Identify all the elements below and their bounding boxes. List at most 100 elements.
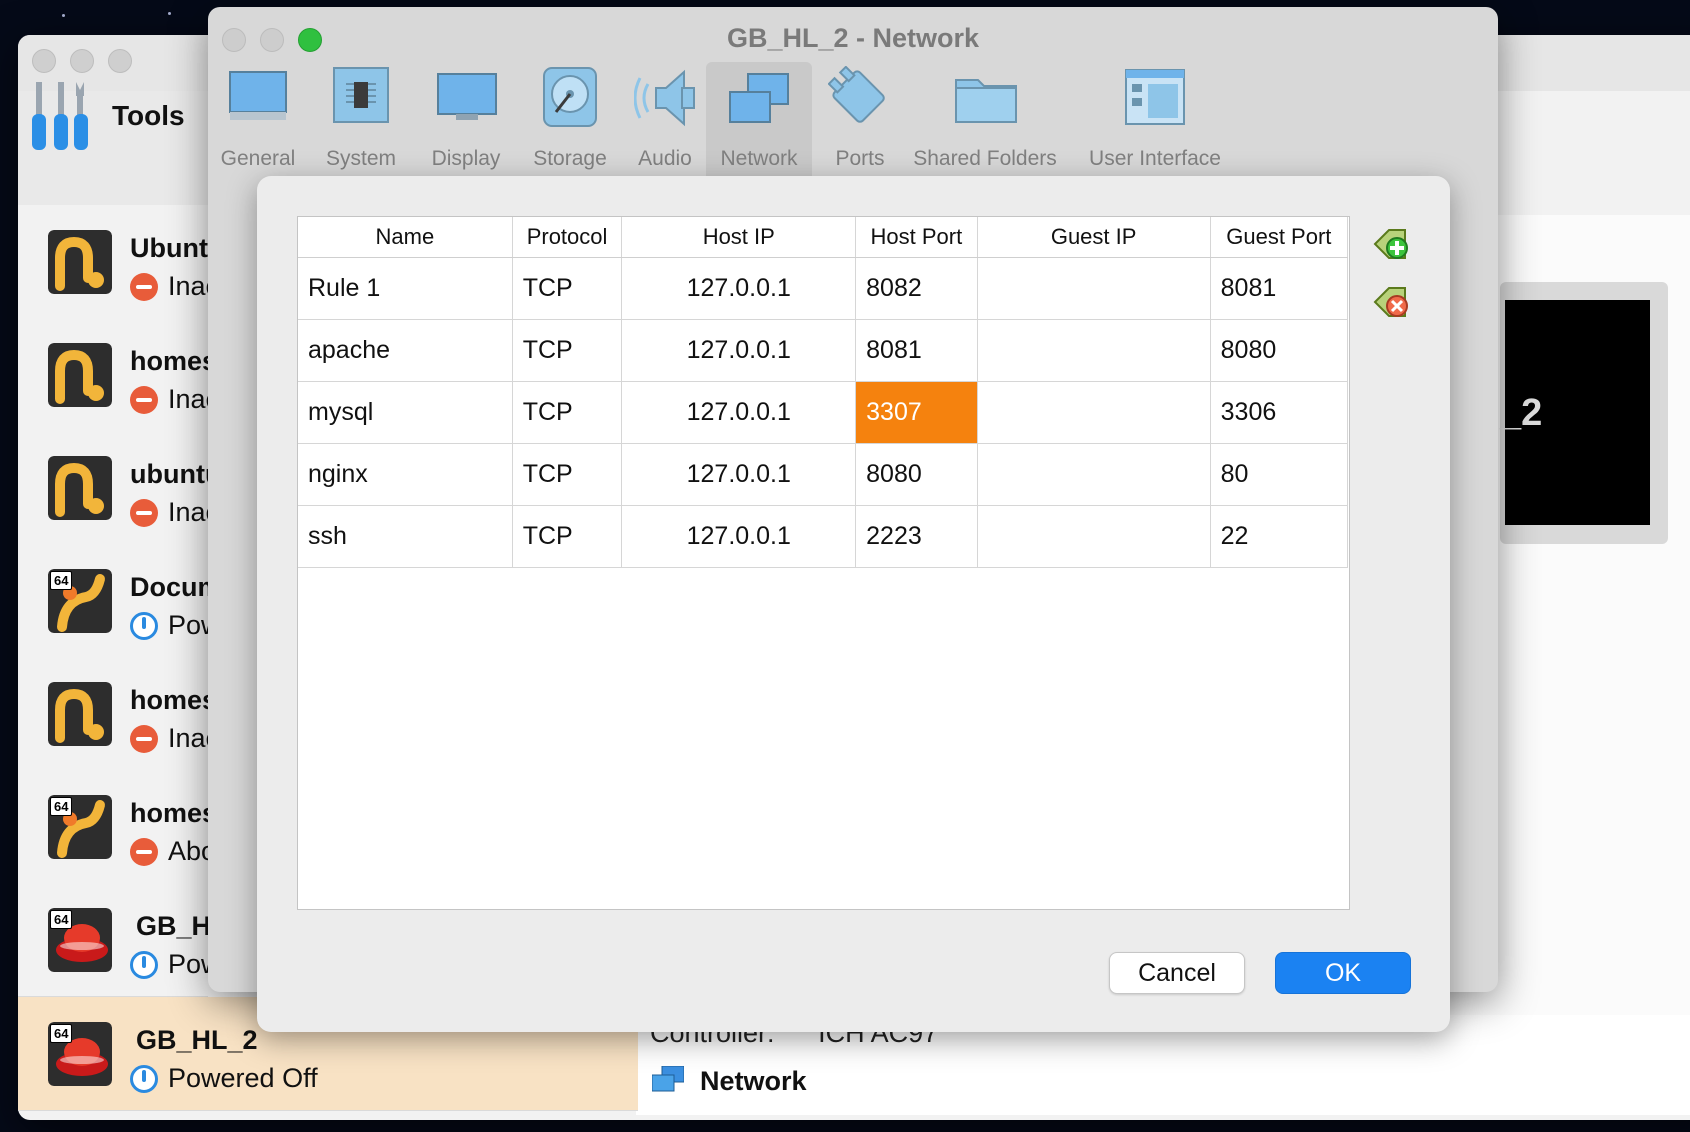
network-icon xyxy=(729,73,789,123)
tools-label[interactable]: Tools xyxy=(112,100,185,132)
tab-label: Display xyxy=(431,147,501,170)
tab-display[interactable]: Display xyxy=(416,62,516,182)
vm-state: Aborted xyxy=(168,836,208,866)
cell-guest-ip[interactable] xyxy=(977,443,1211,506)
table-row[interactable]: Rule 1 TCP 127.0.0.1 8082 8081 xyxy=(298,257,1349,320)
tab-general[interactable]: General xyxy=(214,62,302,182)
tab-storage[interactable]: Storage xyxy=(520,62,620,182)
general-icon xyxy=(229,71,287,120)
tab-label: Storage xyxy=(533,147,607,170)
column-header-host-port[interactable]: Host Port xyxy=(855,217,978,258)
zoom-window-button[interactable] xyxy=(108,49,132,73)
cell-host-ip[interactable]: 127.0.0.1 xyxy=(621,381,857,444)
vm-name: Ubuntu xyxy=(130,233,208,263)
column-header-guest-port[interactable]: Guest Port xyxy=(1210,217,1349,258)
cell-guest-port[interactable]: 80 xyxy=(1210,443,1349,506)
tab-system[interactable]: System xyxy=(314,62,408,182)
column-header-name[interactable]: Name xyxy=(298,217,513,258)
column-header-guest-ip[interactable]: Guest IP xyxy=(977,217,1211,258)
aborted-icon xyxy=(130,838,158,866)
system-icon xyxy=(333,67,389,123)
cell-guest-ip[interactable] xyxy=(977,257,1211,320)
cell-name[interactable]: ssh xyxy=(298,505,513,568)
cell-host-ip[interactable]: 127.0.0.1 xyxy=(621,257,857,320)
table-row[interactable]: nginx TCP 127.0.0.1 8080 80 xyxy=(298,443,1349,506)
minimize-window-button[interactable] xyxy=(70,49,94,73)
port-forwarding-table-box: Name Protocol Host IP Host Port Guest IP… xyxy=(297,216,1350,910)
add-rule-icon[interactable] xyxy=(1371,224,1411,264)
cell-protocol[interactable]: TCP xyxy=(512,443,623,506)
cell-host-port[interactable]: 8080 xyxy=(855,443,978,506)
vm-list-item[interactable]: 64 homeserver Aborted xyxy=(18,770,208,884)
cell-guest-ip[interactable] xyxy=(977,505,1211,568)
tab-audio[interactable]: Audio xyxy=(618,62,712,182)
cell-name[interactable]: apache xyxy=(298,319,513,382)
user-interface-icon xyxy=(1125,69,1185,125)
vm-list-item[interactable]: homeserver Inaccessible xyxy=(18,657,208,771)
star xyxy=(168,12,171,15)
cell-guest-port[interactable]: 8080 xyxy=(1210,319,1349,382)
remove-rule-icon[interactable] xyxy=(1371,282,1411,322)
vm-name: homeserver xyxy=(130,798,208,828)
cell-name[interactable]: Rule 1 xyxy=(298,257,513,320)
vm-list-item[interactable]: homeserver Inaccessible xyxy=(18,318,208,432)
network-section-label[interactable]: Network xyxy=(700,1066,807,1097)
cell-host-port-selected[interactable]: 3307 xyxy=(855,381,978,444)
cell-guest-port[interactable]: 3306 xyxy=(1210,381,1349,444)
cell-host-port[interactable]: 2223 xyxy=(855,505,978,568)
audio-icon xyxy=(634,69,695,127)
cell-name[interactable]: nginx xyxy=(298,443,513,506)
tab-label: Network xyxy=(720,147,798,170)
close-window-button[interactable] xyxy=(32,49,56,73)
display-icon xyxy=(437,73,497,120)
cell-host-port[interactable]: 8082 xyxy=(855,257,978,320)
arch-badge: 64 xyxy=(50,571,73,590)
power-icon xyxy=(130,612,158,640)
cell-guest-port[interactable]: 8081 xyxy=(1210,257,1349,320)
cell-protocol[interactable]: TCP xyxy=(512,381,623,444)
cell-host-ip[interactable]: 127.0.0.1 xyxy=(621,319,857,382)
ubuntu-os-icon xyxy=(48,456,112,520)
vm-list-item[interactable]: 64 Documents Powered Off xyxy=(18,544,208,658)
tools-icon[interactable] xyxy=(32,82,92,152)
vm-list-item[interactable]: ubuntu Inaccessible xyxy=(18,431,208,545)
inaccessible-icon xyxy=(130,499,158,527)
cell-host-port[interactable]: 8081 xyxy=(855,319,978,382)
table-row[interactable]: ssh TCP 127.0.0.1 2223 22 xyxy=(298,505,1349,568)
cell-protocol[interactable]: TCP xyxy=(512,505,623,568)
inaccessible-icon xyxy=(130,725,158,753)
cell-guest-ip[interactable] xyxy=(977,381,1211,444)
table-row[interactable]: mysql TCP 127.0.0.1 3307 3306 xyxy=(298,381,1349,444)
cell-guest-port[interactable]: 22 xyxy=(1210,505,1349,568)
column-header-host-ip[interactable]: Host IP xyxy=(621,217,857,258)
ubuntu-os-icon xyxy=(48,343,112,407)
ok-button[interactable]: OK xyxy=(1275,952,1411,994)
network-section-icon xyxy=(652,1066,684,1092)
tab-ports[interactable]: Ports xyxy=(812,62,908,182)
column-header-protocol[interactable]: Protocol xyxy=(512,217,623,258)
vm-state: Inaccessible xyxy=(168,271,208,301)
table-row[interactable]: apache TCP 127.0.0.1 8081 8080 xyxy=(298,319,1349,382)
vm-state: Inaccessible xyxy=(168,723,208,753)
tab-label: User Interface xyxy=(1089,147,1221,170)
vm-list-item[interactable]: Ubuntu Inaccessible xyxy=(18,205,208,319)
vm-preview-title: _2 xyxy=(1500,392,1543,434)
cell-protocol[interactable]: TCP xyxy=(512,257,623,320)
cell-name[interactable]: mysql xyxy=(298,381,513,444)
arch-badge: 64 xyxy=(50,1024,73,1043)
cell-protocol[interactable]: TCP xyxy=(512,319,623,382)
cell-host-ip[interactable]: 127.0.0.1 xyxy=(621,505,857,568)
cell-guest-ip[interactable] xyxy=(977,319,1211,382)
tab-user-interface[interactable]: User Interface xyxy=(1078,62,1232,182)
tab-label: General xyxy=(220,147,296,170)
tab-network[interactable]: Network xyxy=(706,62,812,182)
vm-name: homeserver xyxy=(130,346,208,376)
tab-label: Ports xyxy=(835,147,885,170)
vm-list-item[interactable]: 64 GB_HL Powered Off xyxy=(18,883,208,997)
storage-icon xyxy=(543,67,597,127)
inaccessible-icon xyxy=(130,273,158,301)
cell-host-ip[interactable]: 127.0.0.1 xyxy=(621,443,857,506)
vm-state: Inaccessible xyxy=(168,497,208,527)
tab-shared-folders[interactable]: Shared Folders xyxy=(910,62,1060,182)
cancel-button[interactable]: Cancel xyxy=(1109,952,1245,994)
